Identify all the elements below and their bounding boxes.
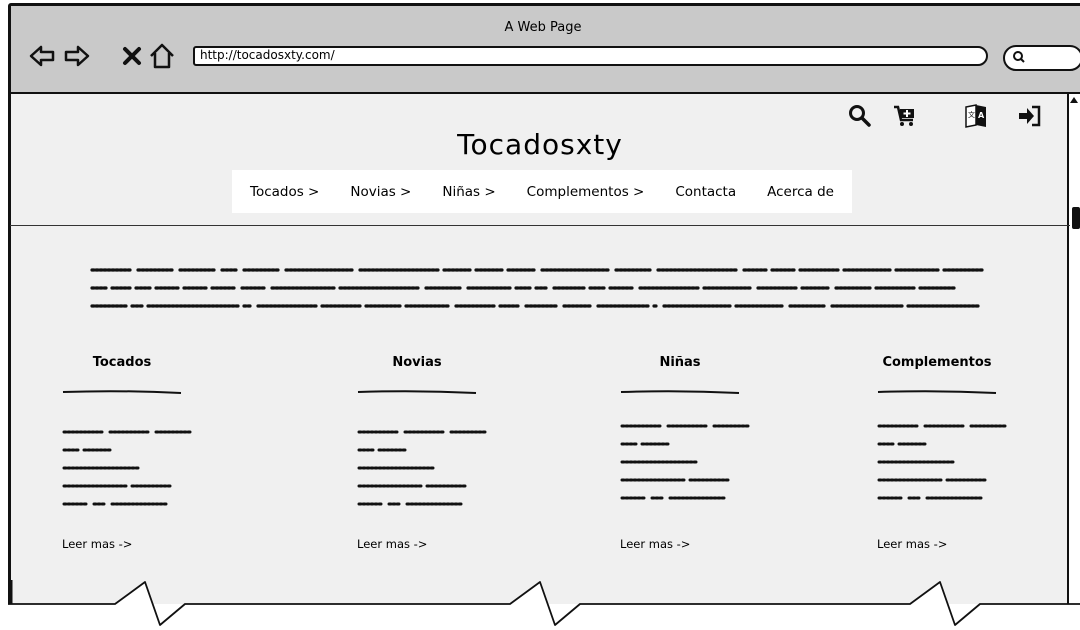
translate-icon[interactable]: 文 A <box>963 103 989 129</box>
read-more-link-ninas[interactable]: Leer mas -> <box>620 537 690 551</box>
column-title: Niñas <box>659 355 701 370</box>
column-complementos: Complementos <box>877 355 1027 514</box>
scroll-thumb[interactable] <box>1072 207 1080 229</box>
site-title: Tocadosxty <box>457 128 623 161</box>
search-icon[interactable] <box>847 103 873 129</box>
login-icon[interactable] <box>1017 103 1043 129</box>
address-bar[interactable]: http://tocadosxty.com/ <box>193 46 988 66</box>
home-icon[interactable] <box>148 42 176 70</box>
torn-page-edge <box>0 580 1080 630</box>
read-more-link-tocados[interactable]: Leer mas -> <box>62 537 132 551</box>
menu-item-novias[interactable]: Novias > <box>350 184 411 200</box>
column-placeholder-text <box>357 430 489 506</box>
column-underline <box>62 390 182 394</box>
menu-item-complementos[interactable]: Complementos > <box>527 184 645 200</box>
scrollbar[interactable] <box>1067 94 1080 606</box>
browser-chrome: A Web Page http://tocadosxty.com/ <box>8 3 1080 94</box>
menu-item-acerca-de[interactable]: Acerca de <box>767 184 834 200</box>
column-title: Novias <box>392 355 442 370</box>
search-icon <box>1013 51 1025 63</box>
cart-icon[interactable] <box>892 103 918 129</box>
header-divider <box>10 225 1070 226</box>
column-ninas: Niñas <box>620 355 770 514</box>
browser-search-box[interactable] <box>1003 45 1080 71</box>
column-tocados: Tocados <box>62 355 212 520</box>
column-placeholder-text <box>877 424 1009 500</box>
menu-item-tocados[interactable]: Tocados > <box>250 184 319 200</box>
column-placeholder-text <box>62 430 194 506</box>
column-title: Complementos <box>882 355 992 370</box>
column-underline <box>877 390 997 394</box>
read-more-link-novias[interactable]: Leer mas -> <box>357 537 427 551</box>
menu-item-ninas[interactable]: Niñas > <box>442 184 495 200</box>
scroll-up-icon[interactable] <box>1070 96 1078 104</box>
column-placeholder-text <box>620 424 752 500</box>
stop-icon[interactable] <box>118 42 146 70</box>
column-underline <box>620 390 740 394</box>
window-title: A Web Page <box>504 20 582 35</box>
forward-icon[interactable] <box>63 42 91 70</box>
intro-placeholder-text <box>90 268 984 308</box>
column-title: Tocados <box>92 355 152 370</box>
menu-item-contacta[interactable]: Contacta <box>675 184 736 200</box>
back-icon[interactable] <box>28 42 56 70</box>
column-underline <box>357 390 477 394</box>
svg-text:A: A <box>978 111 985 120</box>
column-novias: Novias <box>357 355 507 520</box>
read-more-link-complementos[interactable]: Leer mas -> <box>877 537 947 551</box>
main-menu: Tocados > Novias > Niñas > Complementos … <box>232 170 852 213</box>
svg-text:文: 文 <box>968 110 975 119</box>
